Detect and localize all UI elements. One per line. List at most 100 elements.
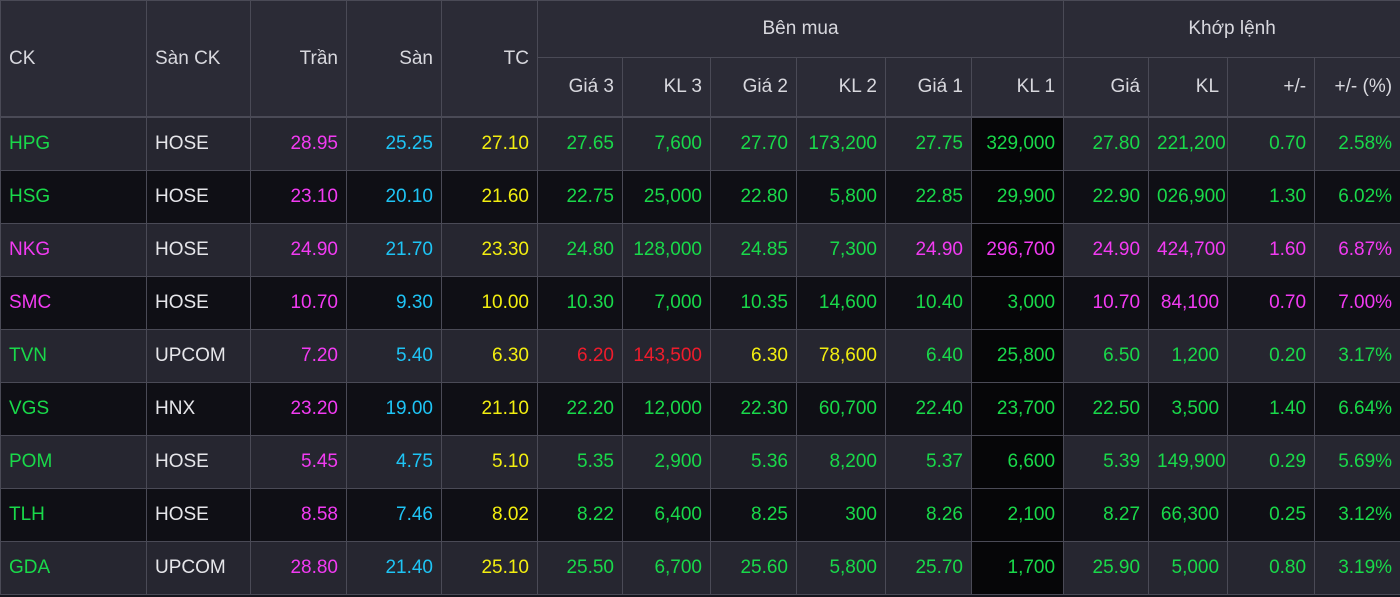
table-row[interactable]: POM HOSE 5.45 4.75 5.10 5.35 2,900 5.36 … (0, 435, 1400, 489)
buy-price-2-cell[interactable]: 10.35 (710, 276, 797, 330)
table-row[interactable]: VGS HNX 23.20 19.00 21.10 22.20 12,000 2… (0, 382, 1400, 436)
buy-price-1-cell[interactable]: 25.70 (885, 541, 972, 595)
reference-cell: 8.02 (441, 488, 538, 542)
table-row[interactable]: NKG HOSE 24.90 21.70 23.30 24.80 128,000… (0, 223, 1400, 277)
buy-price-3-cell[interactable]: 10.30 (537, 276, 623, 330)
reference-cell: 6.30 (441, 329, 538, 383)
ceiling-cell: 24.90 (250, 223, 347, 277)
ceiling-cell: 23.20 (250, 382, 347, 436)
buy-price-1-cell[interactable]: 6.40 (885, 329, 972, 383)
buy-price-2-cell[interactable]: 22.30 (710, 382, 797, 436)
buy-price-2-cell[interactable]: 27.70 (710, 116, 797, 171)
change-pct-cell: 6.87% (1314, 223, 1400, 277)
buy-price-1-cell[interactable]: 22.85 (885, 170, 972, 224)
col-header-buy-volume-2[interactable]: KL 2 (796, 57, 886, 118)
match-price-cell: 6.50 (1063, 329, 1150, 383)
buy-volume-1-cell: 2,100 (970, 488, 1065, 542)
price-board-table: CK Sàn CK Trần Sàn TC Bên mua Khớp lệnh … (0, 0, 1400, 595)
buy-price-3-cell[interactable]: 8.22 (537, 488, 623, 542)
buy-price-1-cell[interactable]: 5.37 (885, 435, 972, 489)
symbol-cell[interactable]: POM (0, 435, 147, 489)
symbol-cell[interactable]: HPG (0, 116, 147, 171)
match-price-cell: 27.80 (1063, 116, 1150, 171)
col-header-change[interactable]: +/- (1227, 57, 1316, 118)
exchange-cell: HOSE (146, 223, 251, 277)
col-header-floor[interactable]: Sàn (346, 0, 442, 118)
table-row[interactable]: TLH HOSE 8.58 7.46 8.02 8.22 6,400 8.25 … (0, 488, 1400, 542)
buy-price-2-cell[interactable]: 5.36 (710, 435, 797, 489)
buy-volume-3-cell: 7,600 (622, 116, 711, 171)
symbol-cell[interactable]: GDA (0, 541, 147, 595)
buy-price-1-cell[interactable]: 8.26 (885, 488, 972, 542)
buy-volume-2-cell: 14,600 (796, 276, 886, 330)
change-cell: 0.20 (1227, 329, 1316, 383)
col-header-buy-volume-1[interactable]: KL 1 (970, 57, 1065, 118)
buy-volume-1-cell: 3,000 (970, 276, 1065, 330)
match-volume-cell: 5,000 (1148, 541, 1229, 595)
col-header-exchange[interactable]: Sàn CK (146, 0, 251, 118)
buy-price-1-cell[interactable]: 27.75 (885, 116, 972, 171)
floor-cell: 9.30 (346, 276, 442, 330)
buy-volume-3-cell: 7,000 (622, 276, 711, 330)
match-volume-cell: 84,100 (1148, 276, 1229, 330)
floor-cell: 25.25 (346, 116, 442, 171)
table-row[interactable]: HPG HOSE 28.95 25.25 27.10 27.65 7,600 2… (0, 116, 1400, 171)
col-header-buy-price-2[interactable]: Giá 2 (710, 57, 797, 118)
buy-price-1-cell[interactable]: 22.40 (885, 382, 972, 436)
col-header-change-pct[interactable]: +/- (%) (1314, 57, 1400, 118)
col-header-buy-volume-3[interactable]: KL 3 (622, 57, 711, 118)
col-header-reference[interactable]: TC (441, 0, 538, 118)
buy-price-3-cell[interactable]: 22.75 (537, 170, 623, 224)
match-volume-cell: 3,500 (1148, 382, 1229, 436)
symbol-cell[interactable]: VGS (0, 382, 147, 436)
buy-volume-1-cell: 25,800 (970, 329, 1065, 383)
table-row[interactable]: HSG HOSE 23.10 20.10 21.60 22.75 25,000 … (0, 170, 1400, 224)
ceiling-cell: 23.10 (250, 170, 347, 224)
col-header-ck[interactable]: CK (0, 0, 147, 118)
floor-cell: 20.10 (346, 170, 442, 224)
buy-price-3-cell[interactable]: 6.20 (537, 329, 623, 383)
symbol-cell[interactable]: TVN (0, 329, 147, 383)
change-cell: 1.30 (1227, 170, 1316, 224)
buy-price-3-cell[interactable]: 22.20 (537, 382, 623, 436)
match-price-cell: 22.90 (1063, 170, 1150, 224)
buy-volume-1-cell: 23,700 (970, 382, 1065, 436)
buy-price-2-cell[interactable]: 25.60 (710, 541, 797, 595)
buy-volume-3-cell: 12,000 (622, 382, 711, 436)
col-header-match-price[interactable]: Giá (1063, 57, 1150, 118)
buy-price-1-cell[interactable]: 10.40 (885, 276, 972, 330)
exchange-cell: HOSE (146, 170, 251, 224)
ceiling-cell: 28.95 (250, 116, 347, 171)
match-volume-cell: 66,300 (1148, 488, 1229, 542)
buy-price-2-cell[interactable]: 22.80 (710, 170, 797, 224)
change-pct-cell: 3.17% (1314, 329, 1400, 383)
symbol-cell[interactable]: TLH (0, 488, 147, 542)
group-header-buy-side: Bên mua (536, 0, 1065, 58)
table-row[interactable]: SMC HOSE 10.70 9.30 10.00 10.30 7,000 10… (0, 276, 1400, 330)
buy-price-3-cell[interactable]: 27.65 (537, 116, 623, 171)
match-price-cell: 24.90 (1063, 223, 1150, 277)
change-cell: 1.40 (1227, 382, 1316, 436)
symbol-cell[interactable]: NKG (0, 223, 147, 277)
buy-price-3-cell[interactable]: 24.80 (537, 223, 623, 277)
buy-volume-3-cell: 2,900 (622, 435, 711, 489)
reference-cell: 10.00 (441, 276, 538, 330)
symbol-cell[interactable]: SMC (0, 276, 147, 330)
buy-price-2-cell[interactable]: 6.30 (710, 329, 797, 383)
table-row[interactable]: TVN UPCOM 7.20 5.40 6.30 6.20 143,500 6.… (0, 329, 1400, 383)
table-row[interactable]: GDA UPCOM 28.80 21.40 25.10 25.50 6,700 … (0, 541, 1400, 595)
change-pct-cell: 3.19% (1314, 541, 1400, 595)
buy-price-2-cell[interactable]: 8.25 (710, 488, 797, 542)
buy-price-3-cell[interactable]: 25.50 (537, 541, 623, 595)
exchange-cell: HOSE (146, 488, 251, 542)
col-header-buy-price-3[interactable]: Giá 3 (537, 57, 623, 118)
match-volume-cell: 149,900 (1148, 435, 1229, 489)
col-header-buy-price-1[interactable]: Giá 1 (885, 57, 972, 118)
reference-cell: 27.10 (441, 116, 538, 171)
symbol-cell[interactable]: HSG (0, 170, 147, 224)
col-header-match-volume[interactable]: KL (1148, 57, 1229, 118)
col-header-ceiling[interactable]: Trần (250, 0, 347, 118)
buy-price-3-cell[interactable]: 5.35 (537, 435, 623, 489)
buy-price-1-cell[interactable]: 24.90 (885, 223, 972, 277)
buy-price-2-cell[interactable]: 24.85 (710, 223, 797, 277)
